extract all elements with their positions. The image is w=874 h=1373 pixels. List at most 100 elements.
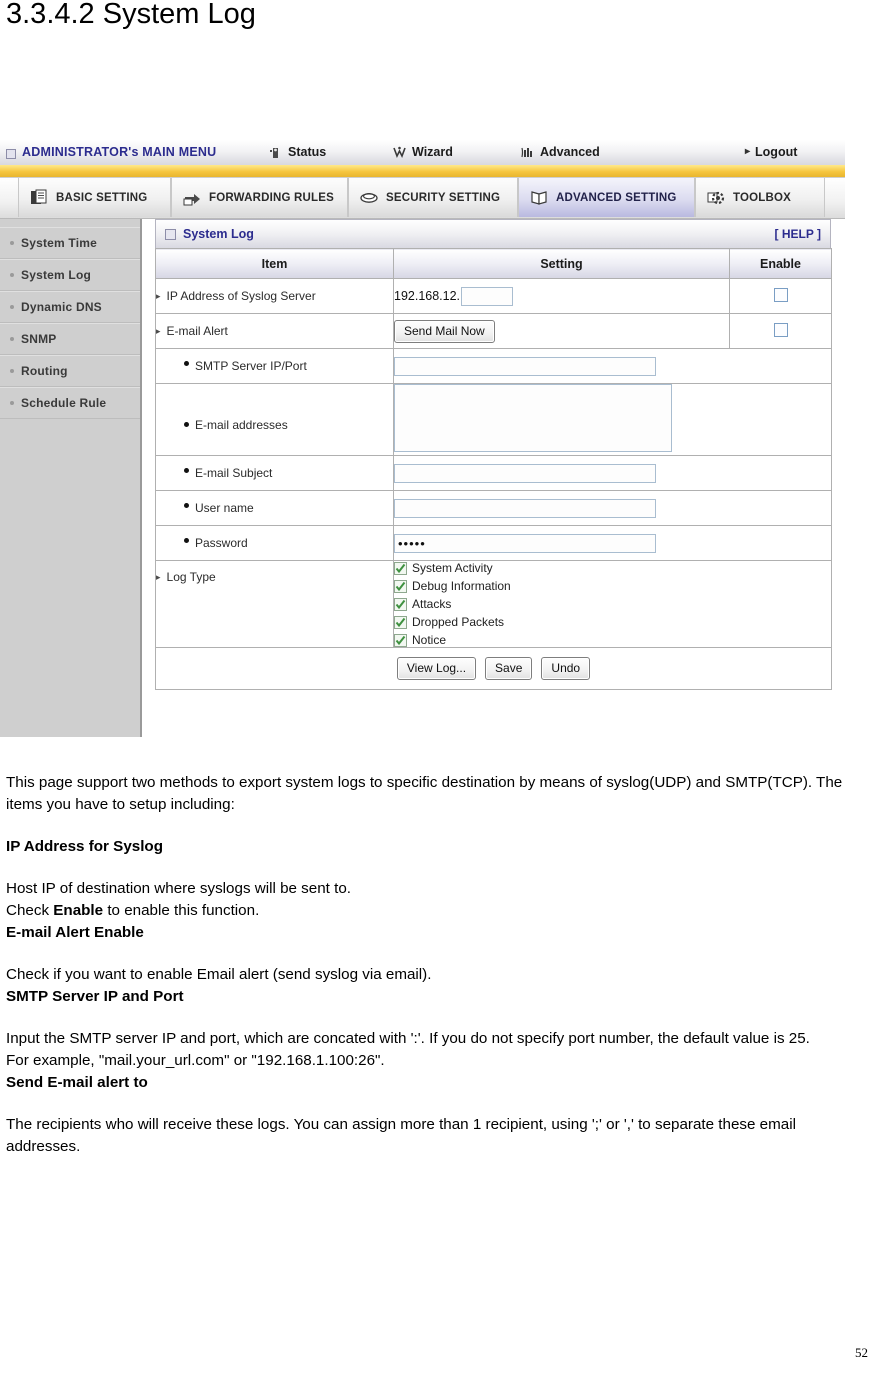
password-masked-value: ••••• — [398, 535, 426, 551]
advanced-bars-icon — [520, 145, 535, 160]
row-label-cell: ▸ IP Address of Syslog Server — [155, 278, 394, 314]
bullet-icon — [184, 360, 189, 366]
top-menu-admin-label: ADMINISTRATOR's MAIN MENU — [22, 145, 217, 159]
log-type-option-notice[interactable]: Notice — [394, 633, 831, 647]
log-type-option-attacks[interactable]: Attacks — [394, 597, 831, 611]
smtp-server-input[interactable] — [394, 356, 656, 376]
bullet-icon — [184, 502, 189, 508]
table-row-smtp-server: SMTP Server IP/Port — [155, 348, 832, 384]
syslog-enable-checkbox[interactable] — [773, 287, 788, 302]
row-label: E-mail Subject — [195, 466, 273, 480]
table-row-password: Password ••••• — [155, 525, 832, 561]
email-addresses-textarea[interactable] — [394, 384, 672, 452]
documents-icon — [28, 187, 50, 209]
log-type-options-cell: System Activity Debug Information Attack… — [393, 560, 832, 648]
bullet-icon — [10, 337, 14, 341]
sidebar-item-routing[interactable]: Routing — [0, 355, 140, 387]
top-menu-advanced-label: Advanced — [540, 145, 600, 159]
bullet-icon — [10, 273, 14, 277]
content-panel: System Log [ HELP ] Item Setting Enable … — [155, 219, 832, 690]
bullet-icon — [184, 467, 189, 473]
tab-toolbox-label: TOOLBOX — [733, 191, 792, 204]
row-label: E-mail Alert — [166, 324, 228, 338]
bullet-icon — [184, 537, 189, 543]
ui-body: System Time System Log Dynamic DNS SNMP … — [0, 219, 845, 749]
bullet-icon — [10, 241, 14, 245]
sidebar-item-dynamic-dns[interactable]: Dynamic DNS — [0, 291, 140, 323]
bullet-icon — [10, 401, 14, 405]
sidebar-item-label: System Time — [21, 236, 98, 250]
sidebar-item-system-log[interactable]: System Log — [0, 259, 140, 291]
heading-email-alert-enable: E-mail Alert Enable — [6, 924, 144, 941]
table-row-email-addresses: E-mail addresses — [155, 383, 832, 456]
email-subject-input[interactable] — [394, 463, 656, 483]
tab-basic-setting[interactable]: BASIC SETTING — [18, 178, 171, 217]
log-type-option-dropped-packets[interactable]: Dropped Packets — [394, 615, 831, 629]
checkbox-checked-icon — [394, 615, 407, 629]
user-name-input[interactable] — [394, 498, 656, 518]
tab-forwarding-rules[interactable]: FORWARDING RULES — [171, 178, 348, 217]
chevron-right-icon: ▸ — [156, 325, 161, 336]
system-log-settings-table: Item Setting Enable ▸ IP Address of Sysl… — [155, 248, 832, 690]
tab-security-setting[interactable]: SECURITY SETTING — [348, 178, 518, 217]
sidebar-item-schedule-rule[interactable]: Schedule Rule — [0, 387, 140, 419]
syslog-ip-octet-input[interactable] — [461, 286, 514, 306]
syslog-ip-prefix: 192.168.12. — [394, 289, 461, 303]
check-enable-prefix: Check — [6, 902, 54, 919]
undo-button[interactable]: Undo — [541, 657, 591, 680]
check-enable-suffix: to enable this function. — [103, 902, 260, 919]
chevron-right-icon: ▸ — [156, 290, 161, 301]
panel-title-label: System Log — [183, 227, 254, 241]
bullet-icon — [10, 369, 14, 373]
host-ip-line: Host IP of destination where syslogs wil… — [6, 880, 351, 897]
row-label-cell: User name — [155, 490, 394, 526]
top-menu-status[interactable]: Status — [268, 144, 326, 160]
top-menu-logout[interactable]: ▸ Logout — [745, 144, 797, 160]
row-label: IP Address of Syslog Server — [166, 289, 316, 303]
row-label-cell: Password — [155, 525, 394, 561]
status-icon — [268, 145, 283, 160]
row-enable-cell — [729, 278, 832, 314]
paragraph-intro: This page support two methods to export … — [6, 774, 843, 813]
row-label: User name — [195, 501, 254, 515]
heading-smtp-server-port: SMTP Server IP and Port — [6, 988, 184, 1005]
email-alert-enable-checkbox[interactable] — [773, 322, 788, 337]
router-admin-ui: ADMINISTRATOR's MAIN MENU Status Wizard … — [0, 140, 845, 750]
paragraph-email-alert: Check if you want to enable Email alert … — [6, 964, 868, 1008]
row-label-cell: ▸ E-mail Alert — [155, 313, 394, 349]
tab-advanced-setting[interactable]: ADVANCED SETTING — [518, 178, 695, 217]
help-link[interactable]: [ HELP ] — [775, 227, 821, 241]
log-type-label: Attacks — [412, 597, 452, 611]
row-label-cell: E-mail addresses — [155, 383, 394, 456]
sidebar-item-snmp[interactable]: SNMP — [0, 323, 140, 355]
paragraph-smtp: Input the SMTP server IP and port, which… — [6, 1028, 868, 1094]
row-setting-cell: Send Mail Now — [393, 313, 730, 349]
view-log-button[interactable]: View Log... — [396, 657, 477, 680]
tab-basic-setting-label: BASIC SETTING — [56, 191, 148, 204]
book-icon — [528, 187, 550, 209]
sidebar-item-label: System Log — [21, 268, 92, 282]
top-menu-admin-main-menu[interactable]: ADMINISTRATOR's MAIN MENU — [22, 144, 216, 160]
save-button[interactable]: Save — [485, 657, 533, 680]
chevron-right-icon: ▸ — [745, 146, 751, 157]
check-enable-bold: Enable — [53, 902, 104, 919]
smtp-line-1: Input the SMTP server IP and port, which… — [6, 1030, 810, 1047]
top-menu-advanced[interactable]: Advanced — [520, 144, 600, 160]
bullet-icon — [184, 421, 189, 427]
log-type-option-system-activity[interactable]: System Activity — [394, 561, 831, 575]
sidebar-item-label: Schedule Rule — [21, 396, 107, 410]
send-mail-now-button[interactable]: Send Mail Now — [394, 319, 495, 343]
password-input[interactable]: ••••• — [394, 533, 656, 553]
row-setting-cell: 192.168.12. — [393, 278, 730, 314]
row-label: Password — [195, 536, 248, 550]
log-type-option-debug-information[interactable]: Debug Information — [394, 579, 831, 593]
top-menu-wizard[interactable]: Wizard — [392, 144, 453, 160]
forward-arrow-icon — [181, 187, 203, 209]
sidebar-item-system-time[interactable]: System Time — [0, 227, 140, 259]
tab-toolbox[interactable]: TOOLBOX — [695, 178, 825, 217]
row-setting-cell: ••••• — [393, 525, 832, 561]
row-enable-cell — [729, 313, 832, 349]
chevron-right-icon: ▸ — [156, 571, 161, 582]
row-label: Log Type — [166, 570, 216, 584]
log-type-label: Dropped Packets — [412, 615, 505, 629]
